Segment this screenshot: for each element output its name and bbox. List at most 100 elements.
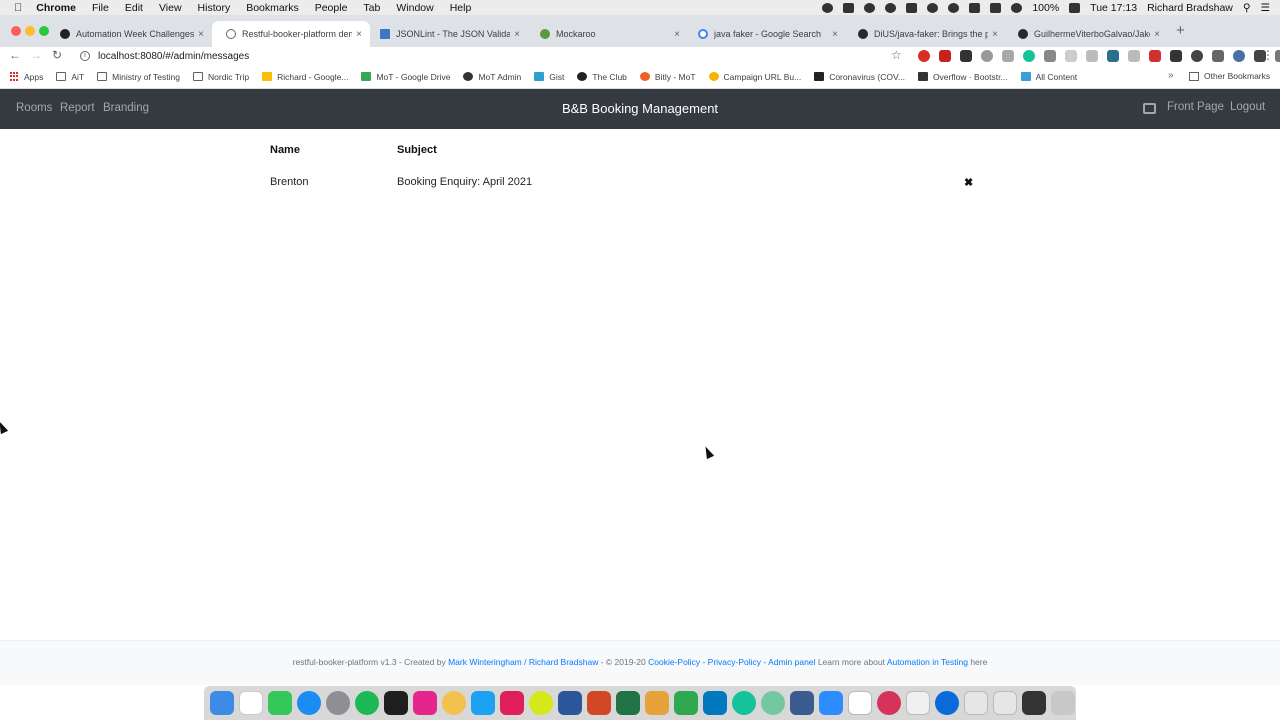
new-tab-button[interactable]: +: [1176, 22, 1185, 39]
tab-close-icon[interactable]: ×: [510, 29, 524, 40]
extension-icon[interactable]: [1128, 50, 1140, 62]
trello-icon[interactable]: [703, 691, 727, 715]
status-app-icon[interactable]: [822, 2, 834, 13]
bluetooth-icon[interactable]: [990, 2, 1002, 13]
tab-jsonlint[interactable]: JSONLint - The JSON Validator ×: [366, 21, 528, 47]
onepassword-app-icon[interactable]: [935, 691, 959, 715]
excel-icon[interactable]: [616, 691, 640, 715]
finder-icon[interactable]: [210, 691, 234, 715]
tab-close-icon[interactable]: ×: [988, 29, 1002, 40]
calendar-app-icon[interactable]: [239, 691, 263, 715]
app-icon[interactable]: [790, 691, 814, 715]
tab-java-faker-github[interactable]: DiUS/java-faker: Brings the popular ×: [844, 21, 1006, 47]
minimize-window-button[interactable]: [25, 26, 35, 36]
app-icon[interactable]: [848, 691, 872, 715]
bookmark-nordic-trip[interactable]: Nordic Trip: [193, 72, 249, 82]
time-machine-icon[interactable]: [948, 2, 960, 13]
message-name[interactable]: Brenton: [270, 176, 309, 188]
forward-button[interactable]: →: [30, 48, 42, 62]
app-icon[interactable]: [674, 691, 698, 715]
sublime-icon[interactable]: [645, 691, 669, 715]
onepassword-icon[interactable]: [885, 2, 897, 13]
airplay-icon[interactable]: [969, 2, 981, 13]
system-preferences-icon[interactable]: [326, 691, 350, 715]
trash-icon[interactable]: [1051, 691, 1075, 715]
bookmark-other[interactable]: Other Bookmarks: [1189, 71, 1270, 81]
apple-icon[interactable]: : [14, 2, 22, 14]
extension-icon[interactable]: [960, 50, 972, 62]
bookmark-ministry-of-testing[interactable]: Ministry of Testing: [97, 72, 180, 82]
bookmark-apps[interactable]: Apps: [10, 72, 43, 82]
app-store-icon[interactable]: [297, 691, 321, 715]
nav-rooms[interactable]: Rooms: [16, 102, 52, 114]
twitter-icon[interactable]: [471, 691, 495, 715]
app-icon[interactable]: [529, 691, 553, 715]
menu-history[interactable]: History: [198, 2, 231, 14]
cloud-icon[interactable]: [927, 2, 939, 13]
menu-help[interactable]: Help: [450, 2, 472, 14]
app-icon[interactable]: [877, 691, 901, 715]
extension-icon[interactable]: [1149, 50, 1161, 62]
delete-message-icon[interactable]: ✖: [964, 176, 973, 189]
site-info-icon[interactable]: i: [80, 51, 90, 61]
extension-icon[interactable]: [1044, 50, 1056, 62]
battery-percent[interactable]: 100%: [1032, 2, 1059, 14]
bookmark-campaign-url[interactable]: Campaign URL Bu...: [708, 72, 801, 82]
zoom-icon[interactable]: [819, 691, 843, 715]
dropbox-icon[interactable]: [843, 2, 855, 13]
cookie-policy-link[interactable]: Cookie-Policy: [648, 657, 700, 667]
intellij-icon[interactable]: [413, 691, 437, 715]
app-icon[interactable]: [761, 691, 785, 715]
bookmark-bitly-mot[interactable]: Bitly - MoT: [639, 72, 696, 82]
document-icon[interactable]: [993, 691, 1017, 715]
grammarly-icon[interactable]: [1023, 50, 1035, 62]
author-richard-link[interactable]: Richard Bradshaw: [529, 657, 598, 667]
extension-icon[interactable]: [1002, 50, 1014, 62]
bookmark-richard-google[interactable]: Richard - Google...: [262, 72, 348, 82]
bookmark-gist[interactable]: Gist: [534, 72, 564, 82]
spotlight-icon[interactable]: ⚲: [1243, 2, 1251, 14]
bookmark-coronavirus[interactable]: Coronavirus (COV...: [814, 72, 905, 82]
tab-restful-booker[interactable]: Restful-booker-platform demo ×: [212, 21, 370, 47]
tab-close-icon[interactable]: ×: [670, 29, 684, 40]
bookmarks-overflow-button[interactable]: »: [1168, 70, 1174, 81]
cast-icon[interactable]: [1275, 50, 1280, 62]
extension-icon[interactable]: [981, 50, 993, 62]
grammarly-app-icon[interactable]: [732, 691, 756, 715]
tab-mockaroo[interactable]: Mockaroo ×: [526, 21, 688, 47]
menu-people[interactable]: People: [315, 2, 348, 14]
extension-icon[interactable]: [918, 50, 930, 62]
extension-icon[interactable]: [1107, 50, 1119, 62]
brand-title[interactable]: B&B Booking Management: [562, 101, 718, 116]
extension-icon[interactable]: [1065, 50, 1077, 62]
chrome-icon[interactable]: [442, 691, 466, 715]
extension-icon[interactable]: [1212, 50, 1224, 62]
author-mark-link[interactable]: Mark Winteringham: [448, 657, 522, 667]
admin-panel-link[interactable]: Admin panel: [768, 657, 815, 667]
terminal-icon[interactable]: [384, 691, 408, 715]
tab-close-icon[interactable]: ×: [352, 29, 366, 40]
calendar-icon[interactable]: [906, 2, 918, 13]
document-icon[interactable]: [906, 691, 930, 715]
bookmark-mot-google-drive[interactable]: MoT - Google Drive: [361, 72, 450, 82]
extension-icon[interactable]: [939, 50, 951, 62]
window-preview-icon[interactable]: [1022, 691, 1046, 715]
privacy-policy-link[interactable]: Privacy-Policy: [708, 657, 761, 667]
tab-google-search[interactable]: java faker - Google Search ×: [684, 21, 846, 47]
menu-tab[interactable]: Tab: [363, 2, 380, 14]
vpn-icon[interactable]: [864, 2, 876, 13]
close-window-button[interactable]: [11, 26, 21, 36]
automation-in-testing-link[interactable]: Automation in Testing: [887, 657, 968, 667]
extension-icon[interactable]: [1191, 50, 1203, 62]
bookmark-star-icon[interactable]: ☆: [891, 48, 902, 62]
bookmark-overflow-bootstrap[interactable]: Overflow · Bootstr...: [917, 72, 1008, 82]
menu-view[interactable]: View: [159, 2, 182, 14]
inbox-icon[interactable]: [1143, 103, 1156, 114]
battery-icon[interactable]: [1069, 2, 1081, 13]
slack-icon[interactable]: [500, 691, 524, 715]
document-icon[interactable]: [964, 691, 988, 715]
spotify-icon[interactable]: [355, 691, 379, 715]
bookmark-ait[interactable]: AiT: [56, 72, 84, 82]
tab-close-icon[interactable]: ×: [194, 29, 208, 40]
bookmark-mot-admin[interactable]: MoT Admin: [463, 72, 521, 82]
